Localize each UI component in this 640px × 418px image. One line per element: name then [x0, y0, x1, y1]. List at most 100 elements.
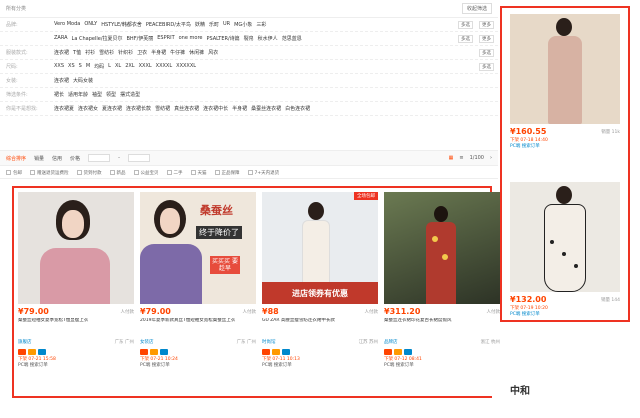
filter-value[interactable]: 裂帛 — [244, 35, 254, 42]
product-card-3[interactable]: 全场包邮 进店领券有优惠 ¥88 人付款 GU ZAR 高腰显瘦雪纺连衣裙中长款 … — [262, 192, 378, 396]
filter-value[interactable]: MG小象 — [234, 21, 252, 28]
list-view-icon[interactable]: ≡ — [459, 155, 463, 161]
filter-value[interactable]: 连衣裙长款 — [126, 105, 151, 112]
filter-op-button[interactable]: 更多 — [479, 34, 494, 43]
right-product-image-1[interactable] — [510, 14, 620, 124]
grid-view-icon[interactable]: ▦ — [449, 155, 454, 161]
filter-value[interactable]: 连衣裙中长 — [203, 105, 228, 112]
option-checkbox[interactable]: 7+天内退货 — [247, 169, 279, 176]
product-image-4[interactable] — [384, 192, 500, 304]
option-checkbox[interactable]: 公益宝贝 — [133, 169, 159, 176]
filter-value[interactable]: 真丝连衣裙 — [174, 105, 199, 112]
filter-value[interactable]: one more — [179, 35, 203, 42]
filter-value[interactable]: XXXL — [139, 63, 152, 70]
coupon-badge[interactable]: 进店领券有优惠 — [292, 288, 348, 299]
option-checkbox[interactable]: 赠送退货运费险 — [30, 169, 69, 176]
checkbox-icon[interactable] — [109, 169, 115, 175]
filter-value[interactable]: Vero Moda — [54, 21, 80, 28]
checkbox-icon[interactable] — [190, 169, 196, 175]
sort-default[interactable]: 综合排序 — [6, 155, 26, 162]
filter-value[interactable]: 卫衣 — [137, 49, 147, 56]
filter-value[interactable]: 连衣裙 — [54, 77, 69, 84]
filter-value[interactable]: 连衣裙夏 — [54, 105, 74, 112]
product-title-1[interactable]: 桑蚕丝短袖女夏季宽松T恤显瘦上衣 — [18, 318, 134, 336]
filter-value[interactable]: ZARA — [54, 35, 68, 42]
product-image-3[interactable]: 全场包邮 进店领券有优惠 — [262, 192, 378, 304]
filter-op-button[interactable]: 更多 — [479, 20, 494, 29]
filter-value[interactable]: 2XL — [125, 63, 134, 70]
filter-op-button[interactable]: 多选 — [458, 20, 473, 29]
filter-value[interactable]: T恤 — [73, 49, 81, 56]
filter-value[interactable]: HSTYLE/韩都衣舍 — [101, 21, 142, 28]
filter-value[interactable]: PEACEBIRD/太平鸟 — [146, 21, 191, 28]
filter-value[interactable]: 袖型 — [92, 91, 102, 98]
filter-value[interactable]: ONLY — [84, 21, 97, 28]
filter-value[interactable]: XS — [68, 63, 75, 70]
filter-value[interactable]: M — [86, 63, 90, 70]
sort-price[interactable]: 价格 — [70, 155, 80, 162]
filter-value[interactable]: S — [79, 63, 82, 70]
product-shop-1[interactable]: 旗舰店 广东 广州 — [18, 339, 134, 345]
filter-value[interactable]: 范思蓝恩 — [282, 35, 302, 42]
sort-credit[interactable]: 信用 — [52, 155, 62, 162]
filter-value[interactable]: 风衣 — [208, 49, 218, 56]
option-checkbox[interactable]: 新品 — [109, 169, 126, 176]
product-card-1[interactable]: ¥79.00 人付款 桑蚕丝短袖女夏季宽松T恤显瘦上衣 旗舰店 广东 广州 下架 0… — [18, 192, 134, 396]
checkbox-icon[interactable] — [76, 169, 82, 175]
product-shop-2[interactable]: 女装店 广东 广州 — [140, 339, 256, 345]
product-image-2[interactable]: 桑蚕丝 终于降价了 买买买 要趁早 — [140, 192, 256, 304]
option-checkbox[interactable]: 正品保障 — [214, 169, 240, 176]
filter-value[interactable]: 休闲裤 — [189, 49, 204, 56]
checkbox-icon[interactable] — [133, 169, 139, 175]
filter-value[interactable]: 三彩 — [256, 21, 266, 28]
product-card-2[interactable]: 桑蚕丝 终于降价了 买买买 要趁早 ¥79.00 人付款 2019年夏季新款真丝T… — [140, 192, 256, 396]
filter-value[interactable]: 均码 — [94, 63, 104, 70]
filter-value[interactable]: XXXXL — [156, 63, 173, 70]
filter-value[interactable]: 白色连衣裙 — [285, 105, 310, 112]
filter-value[interactable]: 针织衫 — [118, 49, 133, 56]
sort-sales[interactable]: 销量 — [34, 155, 44, 162]
filter-value[interactable]: 连衣裙 — [54, 49, 69, 56]
filter-value[interactable]: 半身裙 — [232, 105, 247, 112]
checkbox-icon[interactable] — [166, 169, 172, 175]
filter-value[interactable]: 半身裙 — [151, 49, 166, 56]
filter-value[interactable]: 连衣裙女 — [78, 105, 98, 112]
filter-value[interactable]: XXS — [54, 63, 64, 70]
filter-value[interactable]: 摆式造型 — [120, 91, 140, 98]
filter-value[interactable]: XXXXXL — [176, 63, 196, 70]
filter-value[interactable]: 夏连衣裙 — [102, 105, 122, 112]
filter-value[interactable]: 雪纺裙 — [155, 105, 170, 112]
filter-op-button[interactable]: 多选 — [479, 62, 494, 71]
right-product-image-2[interactable] — [510, 182, 620, 292]
product-shop-4[interactable]: 品牌店 浙江 杭州 — [384, 339, 500, 345]
checkbox-icon[interactable] — [247, 169, 253, 175]
price-max-input[interactable] — [127, 154, 150, 162]
option-checkbox[interactable]: 包邮 — [6, 169, 22, 176]
option-checkbox[interactable]: 货到付款 — [76, 169, 102, 176]
checkbox-icon[interactable] — [30, 169, 35, 175]
filter-value[interactable]: 适用年龄 — [68, 91, 88, 98]
option-checkbox[interactable]: 天猫 — [190, 169, 207, 176]
filter-value[interactable]: 牛仔裤 — [170, 49, 185, 56]
filter-value[interactable]: 桑蚕丝连衣裙 — [251, 105, 281, 112]
filter-value[interactable]: 裙长 — [54, 91, 64, 98]
right-product-2[interactable]: ¥132.00 销量 144 下架 07-19 10:20 PC端 搜索订单 — [510, 182, 620, 318]
next-page-icon[interactable]: › — [490, 155, 492, 161]
filter-value[interactable]: PSALTER/诗篇 — [206, 35, 239, 42]
product-shop-3[interactable]: 时尚馆 江苏 苏州 — [262, 339, 378, 345]
filter-value[interactable]: 雪纺衫 — [99, 49, 114, 56]
filter-value[interactable]: 衬衫 — [85, 49, 95, 56]
price-min-input[interactable] — [88, 154, 111, 162]
filter-value[interactable]: XL — [115, 63, 121, 70]
product-title-4[interactable]: 桑蚕丝连衣裙印花复古长裙度假风 — [384, 318, 500, 336]
right-product-1[interactable]: ¥160.55 销量 11k 下架 07-18 14:40 PC端 搜索订单 — [510, 14, 620, 150]
product-card-4[interactable]: ¥311.20 人付款 桑蚕丝连衣裙印花复古长裙度假风 品牌店 浙江 杭州 下架 0… — [384, 192, 500, 396]
product-title-3[interactable]: GU ZAR 高腰显瘦雪纺连衣裙中长款 — [262, 318, 378, 336]
product-image-1[interactable] — [18, 192, 134, 304]
filter-value[interactable]: UR — [223, 21, 230, 28]
filter-value[interactable]: 乐町 — [209, 21, 219, 28]
filter-value[interactable]: 妖精 — [195, 21, 205, 28]
filter-value[interactable]: 领型 — [106, 91, 116, 98]
filter-value[interactable]: 秋水伊人 — [258, 35, 278, 42]
option-checkbox[interactable]: 二手 — [166, 169, 183, 176]
